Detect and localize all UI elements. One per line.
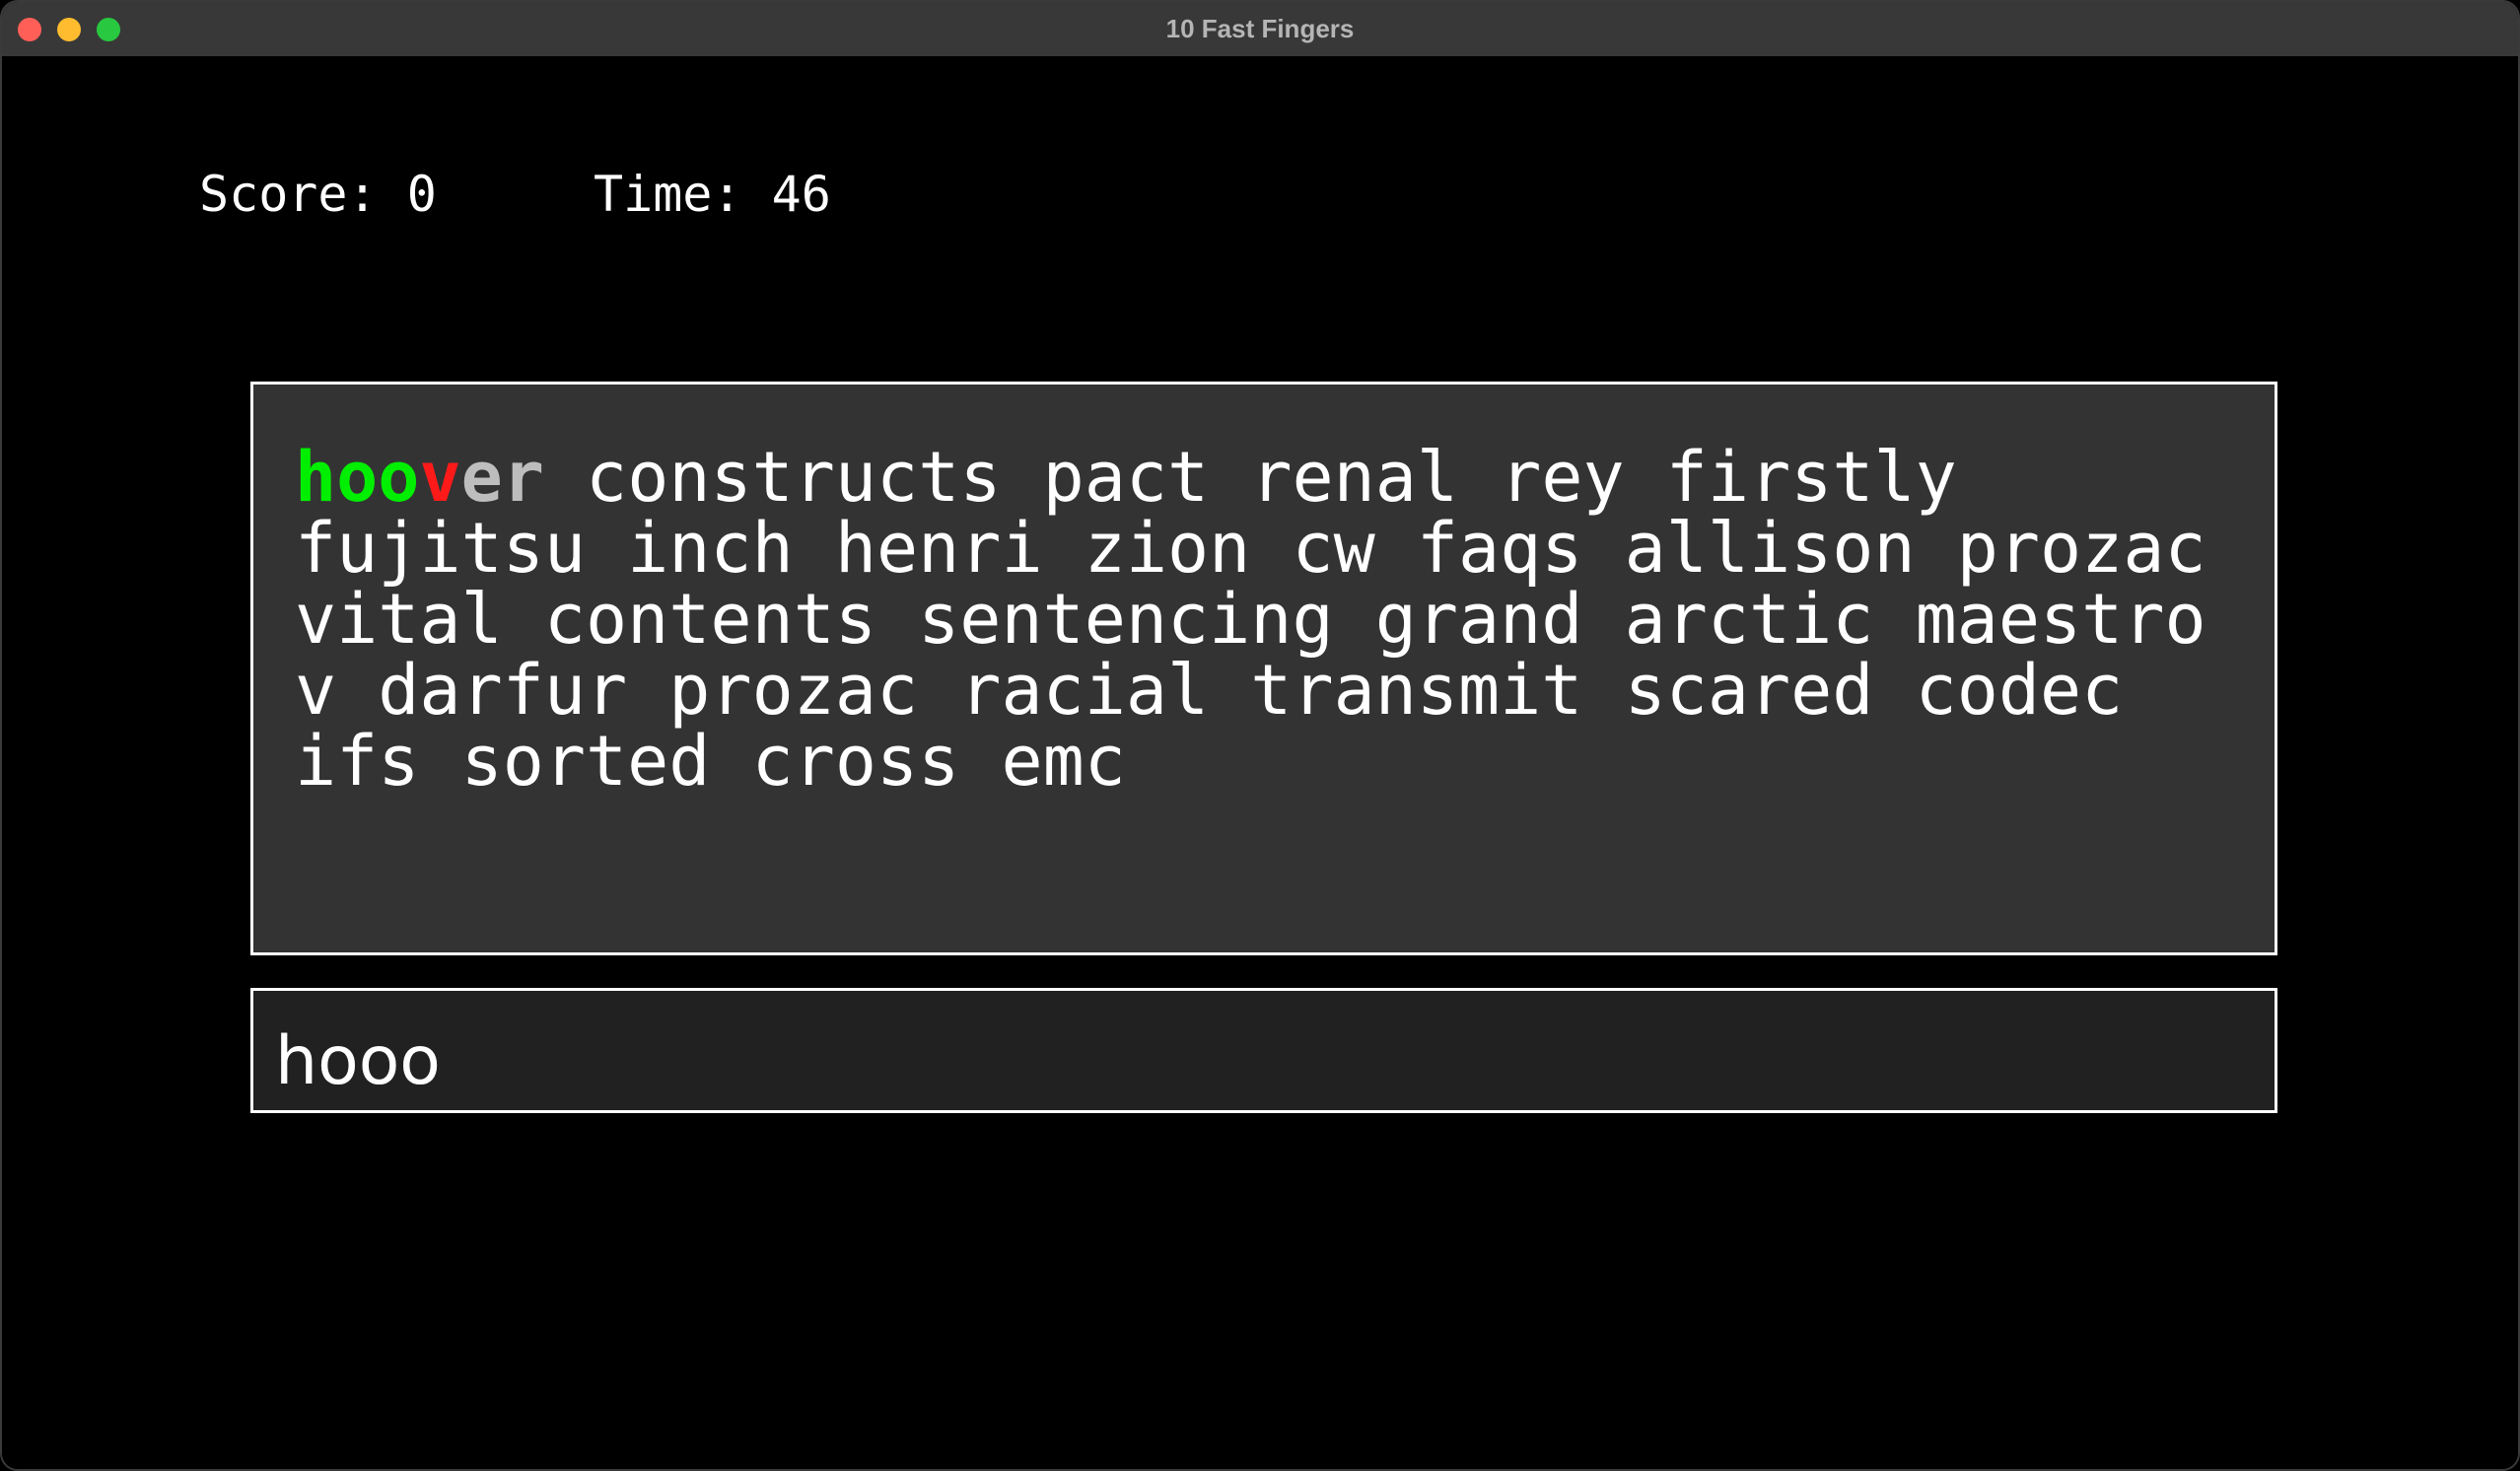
time-display: Time: 46	[594, 166, 831, 223]
current-word-correct-chars: hoo	[295, 437, 420, 518]
score-display: Score: 0	[199, 166, 437, 223]
current-word-pending-chars: er	[460, 437, 544, 518]
game-area: Score: 0 Time: 46 hoover constructs pact…	[2, 56, 2518, 1469]
window-title: 10 Fast Fingers	[1165, 14, 1355, 43]
current-word-wrong-char: v	[419, 437, 461, 518]
app-window: 10 Fast Fingers Score: 0 Time: 46 hoover…	[0, 0, 2520, 1471]
title-bar: 10 Fast Fingers	[2, 2, 2518, 57]
word-list: hoover constructs pact renal rey firstly…	[295, 442, 2257, 797]
remaining-words: constructs pact renal rey firstly fujits…	[295, 437, 2206, 802]
typing-input[interactable]: hooo	[250, 988, 2277, 1113]
word-list-panel: hoover constructs pact renal rey firstly…	[250, 382, 2277, 955]
typing-input-value: hooo	[275, 1022, 441, 1100]
